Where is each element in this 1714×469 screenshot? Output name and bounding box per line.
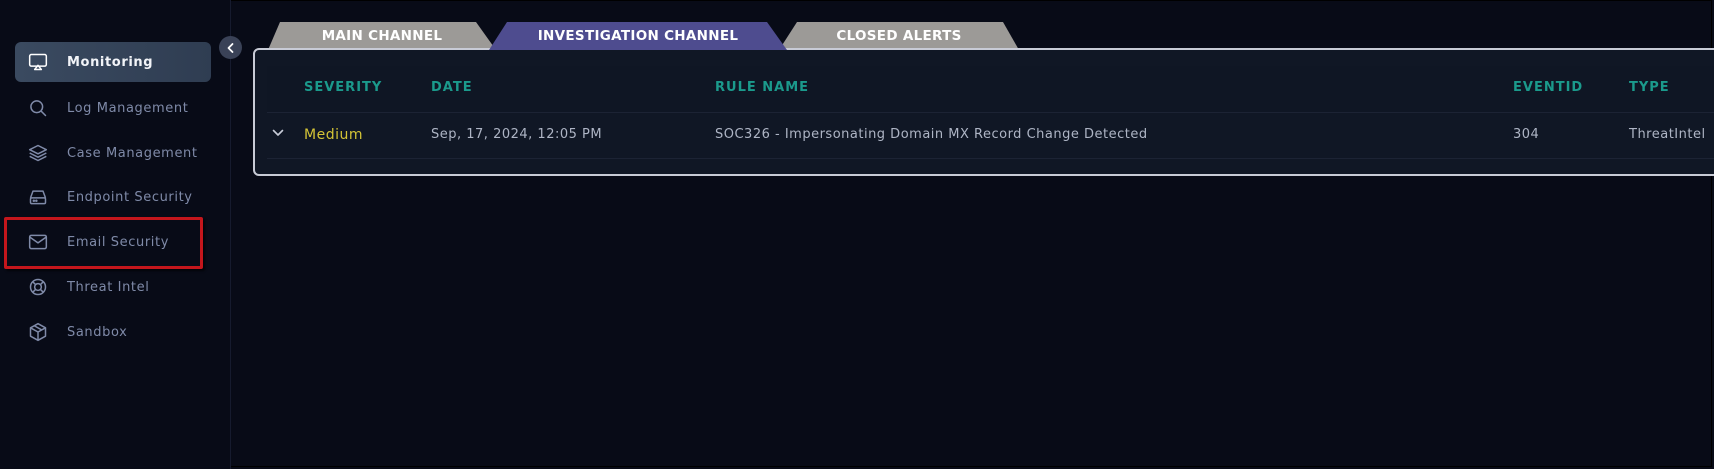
tab-main-channel[interactable]: MAIN CHANNEL <box>268 22 496 50</box>
sidebar: Monitoring Log Management Case Managemen… <box>0 0 231 469</box>
lifebuoy-icon <box>27 276 49 298</box>
eventid-value: 304 <box>1513 127 1540 142</box>
sidebar-item-case-management[interactable]: Case Management <box>15 133 211 173</box>
hard-drive-icon <box>27 186 49 208</box>
sidebar-item-label: Threat Intel <box>67 279 150 295</box>
column-header-eventid[interactable]: EVENTID <box>1513 80 1583 95</box>
column-header-type[interactable]: TYPE <box>1629 80 1670 95</box>
monitor-cast-icon <box>27 51 49 73</box>
sidebar-item-label: Case Management <box>67 145 198 161</box>
sidebar-item-threat-intel[interactable]: Threat Intel <box>15 267 211 307</box>
sidebar-item-sandbox[interactable]: Sandbox <box>15 312 211 352</box>
sidebar-item-label: Log Management <box>67 100 189 116</box>
severity-value: Medium <box>304 127 363 143</box>
tab-label: CLOSED ALERTS <box>836 28 962 44</box>
tab-label: MAIN CHANNEL <box>321 28 443 44</box>
cube-icon <box>27 321 49 343</box>
column-header-severity[interactable]: SEVERITY <box>304 80 382 95</box>
sidebar-item-label: Sandbox <box>67 324 128 340</box>
sidebar-item-email-security[interactable]: Email Security <box>15 222 211 262</box>
chevron-left-icon <box>227 42 233 53</box>
date-value: Sep, 17, 2024, 12:05 PM <box>431 127 603 142</box>
column-header-date[interactable]: DATE <box>431 80 473 95</box>
layers-icon <box>27 142 49 164</box>
tab-label: INVESTIGATION CHANNEL <box>537 28 739 44</box>
sidebar-item-monitoring[interactable]: Monitoring <box>15 42 211 82</box>
sidebar-item-label: Monitoring <box>67 54 154 70</box>
sidebar-item-label: Email Security <box>67 234 169 250</box>
collapse-sidebar-button[interactable] <box>219 36 242 59</box>
table-header <box>267 66 1714 113</box>
rule-name-value: SOC326 - Impersonating Domain MX Record … <box>715 127 1148 142</box>
column-header-rule-name[interactable]: RULE NAME <box>715 80 809 95</box>
mail-icon <box>27 231 49 253</box>
type-value: ThreatIntel <box>1629 127 1706 142</box>
sidebar-item-endpoint-security[interactable]: Endpoint Security <box>15 177 211 217</box>
tab-investigation-channel[interactable]: INVESTIGATION CHANNEL <box>489 22 787 50</box>
search-icon <box>27 97 49 119</box>
chevron-down-icon[interactable] <box>271 126 285 140</box>
sidebar-item-label: Endpoint Security <box>67 189 193 205</box>
tab-closed-alerts[interactable]: CLOSED ALERTS <box>779 22 1019 50</box>
sidebar-item-log-management[interactable]: Log Management <box>15 88 211 128</box>
